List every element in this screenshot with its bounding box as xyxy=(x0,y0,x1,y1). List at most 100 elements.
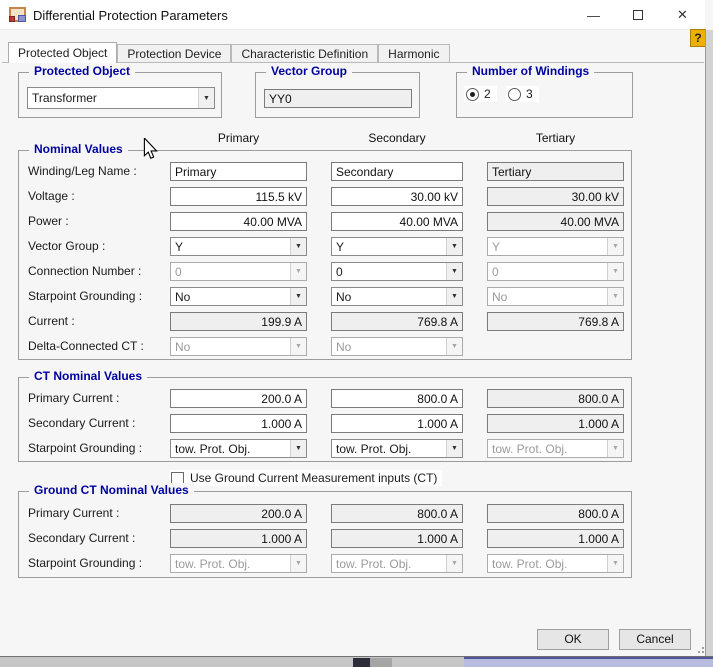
dropdown-arrow-icon: ▼ xyxy=(607,263,623,280)
radio-selected-icon xyxy=(466,88,479,101)
row-label: Secondary Current : xyxy=(28,411,135,436)
ct-primary-current-tertiary-field xyxy=(487,389,624,408)
combo-value: tow. Prot. Obj. xyxy=(492,557,567,571)
combo-value: No xyxy=(492,290,507,304)
ground-ct-starpoint-tertiary-combo: tow. Prot. Obj.▼ xyxy=(487,554,624,573)
background-window-dark-block xyxy=(353,658,370,667)
ct-secondary-current-primary-field[interactable] xyxy=(170,414,307,433)
combo-value: Y xyxy=(492,240,500,254)
dropdown-arrow-icon: ▼ xyxy=(607,440,623,457)
column-header-tertiary: Tertiary xyxy=(487,131,624,145)
ground-ct-secondary-current-row: Secondary Current : xyxy=(28,526,631,551)
ground-ct-nominal-values-group: Ground CT Nominal Values Primary Current… xyxy=(18,491,632,578)
column-header-primary: Primary xyxy=(170,131,307,145)
voltage-row: Voltage : xyxy=(28,184,631,209)
protected-object-group: Protected Object Transformer ▼ xyxy=(18,72,222,118)
background-window-header-strip xyxy=(464,657,713,667)
ct-primary-current-secondary-field[interactable] xyxy=(331,389,463,408)
starpoint-secondary-combo[interactable]: No▼ xyxy=(331,287,463,306)
ct-starpoint-tertiary-combo: tow. Prot. Obj.▼ xyxy=(487,439,624,458)
tab-protected-object[interactable]: Protected Object xyxy=(8,42,117,63)
winding-name-primary-field[interactable] xyxy=(170,162,307,181)
voltage-primary-field[interactable] xyxy=(170,187,307,206)
ct-starpoint-grounding-row: Starpoint Grounding : tow. Prot. Obj.▼ t… xyxy=(28,436,631,461)
minimize-button[interactable]: — xyxy=(571,0,616,30)
column-header-secondary: Secondary xyxy=(331,131,463,145)
vector-group-row: Vector Group : Y▼ Y▼ Y▼ xyxy=(28,234,631,259)
row-label: Primary Current : xyxy=(28,386,119,411)
minimize-icon: — xyxy=(587,8,600,23)
power-primary-field[interactable] xyxy=(170,212,307,231)
winding-name-tertiary-field xyxy=(487,162,624,181)
row-label: Power : xyxy=(28,209,69,234)
help-button[interactable]: ? xyxy=(690,29,706,47)
dropdown-arrow-icon: ▼ xyxy=(446,555,462,572)
maximize-icon xyxy=(633,10,643,20)
vector-group-field xyxy=(264,89,412,108)
number-of-windings-group: Number of Windings 2 3 xyxy=(456,72,633,118)
winding-name-secondary-field[interactable] xyxy=(331,162,463,181)
row-label: Connection Number : xyxy=(28,259,141,284)
current-tertiary-field xyxy=(487,312,624,331)
row-label: Starpoint Grounding : xyxy=(28,551,142,576)
starpoint-primary-combo[interactable]: No▼ xyxy=(170,287,307,306)
dropdown-arrow-icon: ▼ xyxy=(290,440,306,457)
ground-ct-nominal-values-label: Ground CT Nominal Values xyxy=(29,483,194,497)
row-label: Primary Current : xyxy=(28,501,119,526)
maximize-button[interactable] xyxy=(615,0,660,30)
row-label: Secondary Current : xyxy=(28,526,135,551)
tab-protection-device[interactable]: Protection Device xyxy=(117,44,231,63)
ct-starpoint-primary-combo[interactable]: tow. Prot. Obj.▼ xyxy=(170,439,307,458)
dropdown-arrow-icon: ▼ xyxy=(290,263,306,280)
combo-value: No xyxy=(175,340,190,354)
ground-ct-starpoint-secondary-combo: tow. Prot. Obj.▼ xyxy=(331,554,463,573)
window-title: Differential Protection Parameters xyxy=(33,8,228,23)
tab-characteristic-definition[interactable]: Characteristic Definition xyxy=(231,44,378,63)
ground-ct-secondary-current-tertiary-field xyxy=(487,529,624,548)
row-label: Starpoint Grounding : xyxy=(28,284,142,309)
use-ground-ct-checkbox-row[interactable]: Use Ground Current Measurement inputs (C… xyxy=(170,470,442,486)
ground-ct-secondary-current-primary-field xyxy=(170,529,307,548)
ct-starpoint-secondary-combo[interactable]: tow. Prot. Obj.▼ xyxy=(331,439,463,458)
current-secondary-field xyxy=(331,312,463,331)
connection-number-tertiary-combo: 0▼ xyxy=(487,262,624,281)
power-secondary-field[interactable] xyxy=(331,212,463,231)
power-tertiary-field xyxy=(487,212,624,231)
windings-radio-3[interactable]: 3 xyxy=(506,86,539,102)
combo-value: Y xyxy=(175,240,183,254)
ct-secondary-current-secondary-field[interactable] xyxy=(331,414,463,433)
close-button[interactable]: ✕ xyxy=(660,0,705,30)
delta-connected-ct-row: Delta-Connected CT : No▼ No▼ xyxy=(28,334,631,359)
protected-object-combo[interactable]: Transformer ▼ xyxy=(27,87,215,109)
delta-ct-secondary-combo: No▼ xyxy=(331,337,463,356)
tab-bar: Protected Object Protection Device Chara… xyxy=(8,42,450,63)
dropdown-arrow-icon: ▼ xyxy=(607,288,623,305)
nominal-values-label: Nominal Values xyxy=(29,142,128,156)
ground-ct-primary-current-row: Primary Current : xyxy=(28,501,631,526)
connection-number-secondary-combo[interactable]: 0▼ xyxy=(331,262,463,281)
ok-button[interactable]: OK xyxy=(537,629,609,650)
dropdown-arrow-icon: ▼ xyxy=(446,288,462,305)
ct-nominal-values-label: CT Nominal Values xyxy=(29,369,147,383)
cancel-button[interactable]: Cancel xyxy=(619,629,691,650)
voltage-secondary-field[interactable] xyxy=(331,187,463,206)
vector-group-primary-combo[interactable]: Y▼ xyxy=(170,237,307,256)
dropdown-arrow-icon: ▼ xyxy=(446,238,462,255)
number-of-windings-label: Number of Windings xyxy=(467,64,594,78)
ground-ct-primary-current-secondary-field xyxy=(331,504,463,523)
connection-number-primary-combo: 0▼ xyxy=(170,262,307,281)
windings-radio-2[interactable]: 2 xyxy=(464,86,497,102)
starpoint-grounding-row: Starpoint Grounding : No▼ No▼ No▼ xyxy=(28,284,631,309)
vector-group-secondary-combo[interactable]: Y▼ xyxy=(331,237,463,256)
combo-value: No xyxy=(336,340,351,354)
dropdown-arrow-icon: ▼ xyxy=(198,88,214,108)
ct-secondary-current-tertiary-field xyxy=(487,414,624,433)
app-icon xyxy=(9,7,26,22)
combo-value: Y xyxy=(336,240,344,254)
row-label: Voltage : xyxy=(28,184,75,209)
dropdown-arrow-icon: ▼ xyxy=(290,338,306,355)
ct-primary-current-primary-field[interactable] xyxy=(170,389,307,408)
connection-number-row: Connection Number : 0▼ 0▼ 0▼ xyxy=(28,259,631,284)
tab-harmonic[interactable]: Harmonic xyxy=(378,44,449,63)
protected-object-group-label: Protected Object xyxy=(29,64,135,78)
